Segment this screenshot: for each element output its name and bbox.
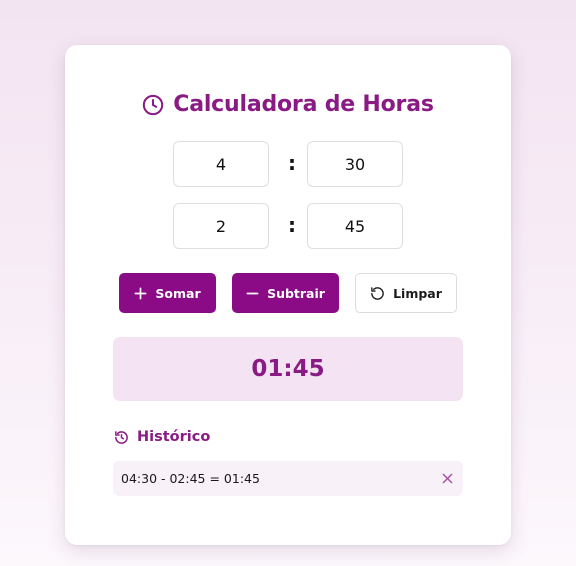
minus-icon (246, 287, 259, 300)
subtract-button-label: Subtrair (267, 285, 325, 301)
subtract-button[interactable]: Subtrair (232, 273, 339, 313)
time-row-1: : (173, 141, 403, 187)
time-separator: : (288, 151, 296, 175)
clear-button[interactable]: Limpar (355, 273, 457, 313)
clock-icon (142, 94, 164, 116)
plus-icon (134, 287, 147, 300)
clear-button-label: Limpar (393, 285, 442, 301)
history-header: Histórico (114, 429, 210, 445)
minutes-input-2[interactable] (307, 203, 403, 249)
page-title: Calculadora de Horas (173, 92, 434, 117)
time-separator: : (288, 213, 296, 237)
time-row-2: : (173, 203, 403, 249)
hours-input-2[interactable] (173, 203, 269, 249)
calculator-card: Calculadora de Horas : : Somar Subtrair (65, 45, 511, 545)
reset-icon (370, 286, 385, 301)
hours-input-1[interactable] (173, 141, 269, 187)
history-title: Histórico (137, 429, 211, 445)
result-display: 01:45 (113, 337, 463, 401)
history-icon (114, 430, 129, 445)
result-value: 01:45 (251, 356, 325, 382)
minutes-input-1[interactable] (307, 141, 403, 187)
header: Calculadora de Horas (65, 92, 511, 117)
add-button-label: Somar (155, 285, 201, 301)
history-item-text: 04:30 - 02:45 = 01:45 (121, 471, 260, 486)
close-icon[interactable] (440, 472, 454, 486)
add-button[interactable]: Somar (119, 273, 216, 313)
history-item: 04:30 - 02:45 = 01:45 (113, 461, 463, 496)
